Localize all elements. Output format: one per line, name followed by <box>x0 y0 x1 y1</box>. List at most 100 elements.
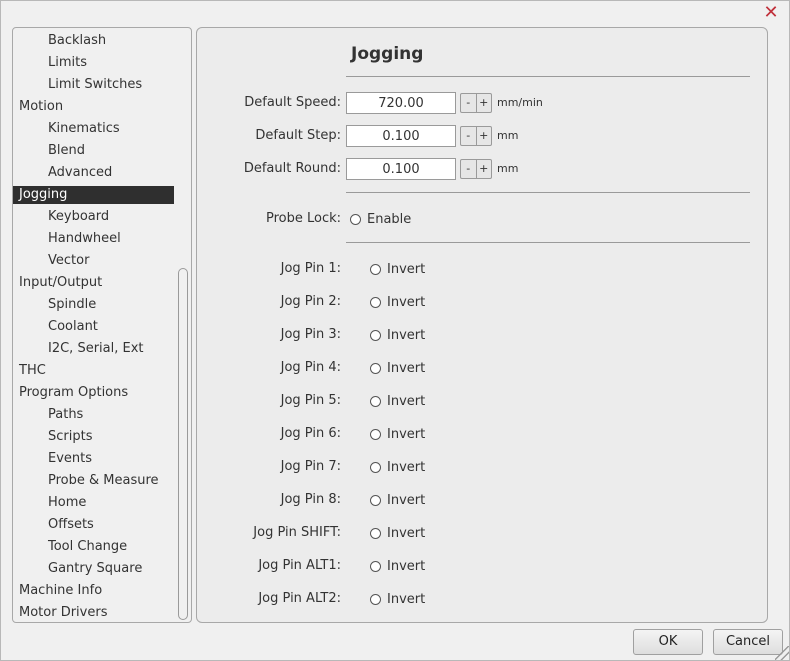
jog-pin-invert-toggle[interactable]: Invert <box>370 488 425 512</box>
jog-pin-label: Jog Pin 2: <box>280 294 341 309</box>
radio-circle-icon <box>370 395 381 407</box>
sidebar-item-keyboard[interactable]: Keyboard <box>13 206 174 228</box>
sidebar-item-kinematics[interactable]: Kinematics <box>13 118 174 140</box>
settings-sidebar: Backlash Limits Limit Switches Motion Kinema… <box>12 27 192 623</box>
default-speed-stepper: - + <box>460 93 492 113</box>
increment-button[interactable]: + <box>475 94 492 112</box>
jog-pin-invert-option: Invert <box>387 327 426 343</box>
radio-circle-icon <box>370 560 381 572</box>
jog-pin-row: Jog Pin 3: Invert <box>197 323 769 347</box>
radio-circle-icon <box>370 494 381 506</box>
default-speed-label: Default Speed: <box>244 95 341 110</box>
close-icon[interactable]: ✕ <box>761 4 781 24</box>
increment-button[interactable]: + <box>475 160 492 178</box>
default-speed-row: Default Speed: - + mm/min <box>197 91 769 115</box>
divider <box>346 242 750 243</box>
jog-pin-label: Jog Pin 6: <box>280 426 341 441</box>
jog-pin-invert-option: Invert <box>387 426 426 442</box>
sidebar-item-coolant[interactable]: Coolant <box>13 316 174 338</box>
jog-pin-invert-option: Invert <box>387 294 426 310</box>
divider <box>346 192 750 193</box>
divider <box>346 76 750 77</box>
sidebar-item-probe-measure[interactable]: Probe & Measure <box>13 470 174 492</box>
jog-pin-row: Jog Pin 7: Invert <box>197 455 769 479</box>
jog-pin-invert-option: Invert <box>387 360 426 376</box>
jog-pin-invert-toggle[interactable]: Invert <box>370 587 425 611</box>
default-speed-unit: mm/min <box>497 96 543 109</box>
sidebar-item-limits[interactable]: Limits <box>13 52 174 74</box>
jog-pin-invert-toggle[interactable]: Invert <box>370 356 425 380</box>
default-step-unit: mm <box>497 129 519 142</box>
sidebar-item-paths[interactable]: Paths <box>13 404 174 426</box>
default-round-label: Default Round: <box>243 161 341 176</box>
sidebar-item-home[interactable]: Home <box>13 492 174 514</box>
jog-pin-label: Jog Pin ALT1: <box>258 558 341 573</box>
jog-pin-invert-option: Invert <box>387 261 426 277</box>
jog-pin-label: Jog Pin 3: <box>280 327 341 342</box>
default-round-input[interactable] <box>346 158 456 180</box>
decrement-button[interactable]: - <box>461 160 476 178</box>
default-round-unit: mm <box>497 162 519 175</box>
jog-pin-label: Jog Pin 7: <box>280 459 341 474</box>
jog-pin-label: Jog Pin ALT2: <box>258 591 341 606</box>
jog-pin-label: Jog Pin 1: <box>280 261 341 276</box>
default-step-row: Default Step: - + mm <box>197 124 769 148</box>
probe-lock-option: Enable <box>367 211 412 227</box>
default-step-label: Default Step: <box>255 128 341 143</box>
cancel-button[interactable]: Cancel <box>713 629 783 655</box>
jog-pin-invert-option: Invert <box>387 393 426 409</box>
sidebar-item-machine-info[interactable]: Machine Info <box>13 580 174 602</box>
jog-pin-row: Jog Pin 5: Invert <box>197 389 769 413</box>
sidebar-item-backlash[interactable]: Backlash <box>13 30 174 52</box>
ok-button[interactable]: OK <box>633 629 703 655</box>
jog-pin-invert-toggle[interactable]: Invert <box>370 389 425 413</box>
jog-pin-row: Jog Pin SHIFT: Invert <box>197 521 769 545</box>
jog-pin-label: Jog Pin 4: <box>280 360 341 375</box>
jog-pin-invert-toggle[interactable]: Invert <box>370 422 425 446</box>
settings-dialog: ✕ Backlash Limits Limit Switches Motion Kine… <box>0 0 790 661</box>
sidebar-item-program-options[interactable]: Program Options <box>13 382 174 404</box>
default-speed-input[interactable] <box>346 92 456 114</box>
sidebar-item-spindle[interactable]: Spindle <box>13 294 174 316</box>
sidebar-item-input-output[interactable]: Input/Output <box>13 272 174 294</box>
default-step-stepper: - + <box>460 126 492 146</box>
probe-lock-label: Probe Lock: <box>265 211 341 226</box>
settings-panel: Jogging Default Speed: - + mm/min Defaul… <box>196 27 768 623</box>
sidebar-item-blend[interactable]: Blend <box>13 140 174 162</box>
jog-pin-invert-option: Invert <box>387 492 426 508</box>
jog-pin-invert-toggle[interactable]: Invert <box>370 257 425 281</box>
decrement-button[interactable]: - <box>461 94 476 112</box>
sidebar-item-jogging[interactable]: Jogging <box>13 186 174 204</box>
sidebar-item-gantry-square[interactable]: Gantry Square <box>13 558 174 580</box>
resize-grip-icon[interactable] <box>775 646 789 660</box>
jog-pin-invert-toggle[interactable]: Invert <box>370 521 425 545</box>
sidebar-item-offsets[interactable]: Offsets <box>13 514 174 536</box>
sidebar-scrollbar[interactable] <box>178 268 188 620</box>
sidebar-item-motion[interactable]: Motion <box>13 96 174 118</box>
sidebar-item-i2c-serial-ext[interactable]: I2C, Serial, Ext <box>13 338 174 360</box>
increment-button[interactable]: + <box>475 127 492 145</box>
sidebar-item-advanced[interactable]: Advanced <box>13 162 174 184</box>
page-title: Jogging <box>351 44 424 64</box>
decrement-button[interactable]: - <box>461 127 476 145</box>
jog-pin-invert-toggle[interactable]: Invert <box>370 455 425 479</box>
probe-lock-toggle[interactable]: Enable <box>350 207 411 231</box>
radio-circle-icon <box>370 593 381 605</box>
jog-pin-invert-toggle[interactable]: Invert <box>370 554 425 578</box>
jog-pin-invert-option: Invert <box>387 591 426 607</box>
sidebar-item-thc[interactable]: THC <box>13 360 174 382</box>
jog-pin-invert-toggle[interactable]: Invert <box>370 290 425 314</box>
sidebar-nav-list: Backlash Limits Limit Switches Motion Kinema… <box>13 30 174 622</box>
jog-pin-label: Jog Pin 8: <box>280 492 341 507</box>
sidebar-item-limit-switches[interactable]: Limit Switches <box>13 74 174 96</box>
sidebar-item-handwheel[interactable]: Handwheel <box>13 228 174 250</box>
sidebar-item-tool-change[interactable]: Tool Change <box>13 536 174 558</box>
jog-pin-invert-option: Invert <box>387 558 426 574</box>
jog-pin-row: Jog Pin 6: Invert <box>197 422 769 446</box>
sidebar-item-events[interactable]: Events <box>13 448 174 470</box>
sidebar-item-scripts[interactable]: Scripts <box>13 426 174 448</box>
default-step-input[interactable] <box>346 125 456 147</box>
jog-pin-invert-toggle[interactable]: Invert <box>370 323 425 347</box>
sidebar-item-vector[interactable]: Vector <box>13 250 174 272</box>
sidebar-item-motor-drivers[interactable]: Motor Drivers <box>13 602 174 622</box>
